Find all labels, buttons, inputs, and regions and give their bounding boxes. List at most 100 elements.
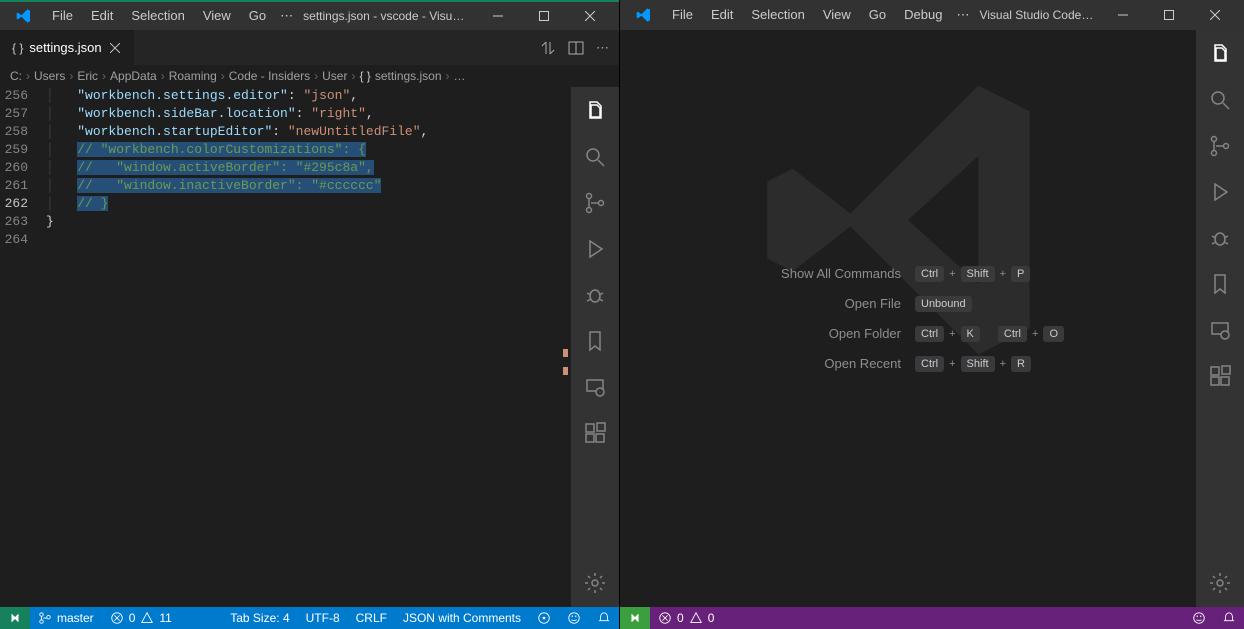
debug-icon[interactable] bbox=[1208, 226, 1232, 250]
source-control-icon[interactable] bbox=[1208, 134, 1232, 158]
maximize-button[interactable] bbox=[521, 1, 567, 31]
menu-selection[interactable]: Selection bbox=[123, 4, 192, 28]
remote-indicator[interactable] bbox=[0, 607, 30, 629]
encoding-status[interactable]: UTF-8 bbox=[298, 611, 348, 625]
crumb[interactable]: C: bbox=[10, 69, 22, 83]
eol-status[interactable]: CRLF bbox=[348, 611, 395, 625]
tab-settings-json[interactable]: { } settings.json bbox=[0, 30, 135, 65]
menu-selection[interactable]: Selection bbox=[743, 3, 812, 27]
shortcut-label: Show All Commands bbox=[701, 266, 901, 281]
tab-bar-left: { } settings.json ⋯ bbox=[0, 30, 619, 65]
close-icon[interactable] bbox=[108, 41, 122, 55]
shortcut-row: Open Recent Ctrl+Shift+R bbox=[678, 356, 1138, 372]
source-control-icon[interactable] bbox=[583, 191, 607, 215]
menu-go[interactable]: Go bbox=[861, 3, 894, 27]
menu-go[interactable]: Go bbox=[241, 4, 274, 28]
extensions-icon[interactable] bbox=[583, 421, 607, 445]
run-icon[interactable] bbox=[1208, 180, 1232, 204]
menu-overflow-icon[interactable]: ⋯ bbox=[276, 4, 297, 28]
language-mode-status[interactable]: JSON with Comments bbox=[395, 611, 529, 625]
maximize-button[interactable] bbox=[1146, 0, 1192, 30]
remote-explorer-icon[interactable] bbox=[1208, 318, 1232, 342]
files-icon[interactable] bbox=[583, 99, 607, 123]
crumb[interactable]: Users bbox=[34, 69, 65, 83]
menu-edit[interactable]: Edit bbox=[703, 3, 741, 27]
problems-status[interactable]: 0 0 bbox=[650, 607, 722, 629]
shortcut-keys: Unbound bbox=[915, 296, 1115, 312]
close-button[interactable] bbox=[567, 1, 613, 31]
minimap-marker bbox=[563, 367, 568, 375]
crumb[interactable]: AppData bbox=[110, 69, 157, 83]
menu-edit[interactable]: Edit bbox=[83, 4, 121, 28]
line-number-gutter: 256 257 258 259 260 261 262 263 264 bbox=[0, 87, 46, 607]
activity-bar-left bbox=[571, 87, 619, 607]
bookmark-icon[interactable] bbox=[1208, 272, 1232, 296]
ports-icon[interactable] bbox=[529, 611, 559, 625]
shortcut-row: Show All Commands Ctrl+Shift+P bbox=[678, 266, 1138, 282]
crumb[interactable]: User bbox=[322, 69, 347, 83]
crumb[interactable]: settings.json bbox=[375, 69, 442, 83]
menu-view[interactable]: View bbox=[815, 3, 859, 27]
minimize-button[interactable] bbox=[475, 1, 521, 31]
menu-file[interactable]: File bbox=[44, 4, 81, 28]
feedback-icon[interactable] bbox=[1184, 611, 1214, 625]
vscode-watermark-icon bbox=[620, 30, 1196, 607]
crumb[interactable]: … bbox=[454, 69, 466, 83]
bell-icon[interactable] bbox=[589, 611, 619, 625]
run-icon[interactable] bbox=[583, 237, 607, 261]
gear-icon[interactable] bbox=[1208, 571, 1232, 595]
more-actions-icon[interactable]: ⋯ bbox=[596, 40, 609, 56]
json-file-icon: { } bbox=[12, 41, 23, 55]
crumb[interactable]: Code - Insiders bbox=[229, 69, 310, 83]
code-content[interactable]: │ "workbench.settings.editor": "json", │… bbox=[46, 87, 571, 607]
code-editor[interactable]: 256 257 258 259 260 261 262 263 264 │ "w… bbox=[0, 87, 571, 607]
error-icon bbox=[658, 611, 672, 625]
feedback-icon[interactable] bbox=[559, 611, 589, 625]
chevron-right-icon: › bbox=[351, 69, 355, 83]
close-button[interactable] bbox=[1192, 0, 1238, 30]
chevron-right-icon: › bbox=[221, 69, 225, 83]
menu-file[interactable]: File bbox=[664, 3, 701, 27]
warning-icon bbox=[140, 611, 154, 625]
search-icon[interactable] bbox=[583, 145, 607, 169]
shortcut-keys: Ctrl+K Ctrl+O bbox=[915, 326, 1115, 342]
window-title-left: settings.json - vscode - Visual … bbox=[303, 9, 469, 23]
debug-icon[interactable] bbox=[583, 283, 607, 307]
tab-size-status[interactable]: Tab Size: 4 bbox=[222, 611, 297, 625]
chevron-right-icon: › bbox=[314, 69, 318, 83]
compare-icon[interactable] bbox=[540, 40, 556, 56]
split-editor-icon[interactable] bbox=[568, 40, 584, 56]
shortcut-keys: Ctrl+Shift+P bbox=[915, 266, 1115, 282]
remote-indicator[interactable] bbox=[620, 607, 650, 629]
remote-explorer-icon[interactable] bbox=[583, 375, 607, 399]
extensions-icon[interactable] bbox=[1208, 364, 1232, 388]
shortcut-label: Open Recent bbox=[701, 356, 901, 371]
gear-icon[interactable] bbox=[583, 571, 607, 595]
status-bar-left: master 0 11 Tab Size: 4 UTF-8 CRLF JSON … bbox=[0, 607, 619, 629]
title-bar-left: File Edit Selection View Go ⋯ settings.j… bbox=[0, 0, 619, 30]
editor-actions: ⋯ bbox=[540, 40, 619, 56]
menu-view[interactable]: View bbox=[195, 4, 239, 28]
bell-icon[interactable] bbox=[1214, 611, 1244, 625]
shortcut-row: Open File Unbound bbox=[678, 296, 1138, 312]
files-icon[interactable] bbox=[1208, 42, 1232, 66]
shortcut-keys: Ctrl+Shift+R bbox=[915, 356, 1115, 372]
shortcut-row: Open Folder Ctrl+K Ctrl+O bbox=[678, 326, 1138, 342]
breadcrumb[interactable]: C: › Users › Eric › AppData › Roaming › Code … bbox=[0, 65, 619, 87]
menu-debug[interactable]: Debug bbox=[896, 3, 950, 27]
title-bar-right: File Edit Selection View Go Debug ⋯ Visu… bbox=[620, 0, 1244, 30]
bookmark-icon[interactable] bbox=[583, 329, 607, 353]
welcome-page: Show All Commands Ctrl+Shift+P Open File… bbox=[620, 30, 1196, 607]
menu-overflow-icon[interactable]: ⋯ bbox=[952, 3, 973, 27]
crumb[interactable]: Roaming bbox=[169, 69, 217, 83]
problems-status[interactable]: 0 11 bbox=[102, 607, 180, 629]
minimize-button[interactable] bbox=[1100, 0, 1146, 30]
search-icon[interactable] bbox=[1208, 88, 1232, 112]
chevron-right-icon: › bbox=[26, 69, 30, 83]
warning-icon bbox=[689, 611, 703, 625]
tab-label: settings.json bbox=[29, 40, 101, 55]
git-branch-status[interactable]: master bbox=[30, 607, 102, 629]
menubar-right: File Edit Selection View Go Debug ⋯ bbox=[664, 3, 973, 27]
crumb[interactable]: Eric bbox=[77, 69, 98, 83]
chevron-right-icon: › bbox=[69, 69, 73, 83]
